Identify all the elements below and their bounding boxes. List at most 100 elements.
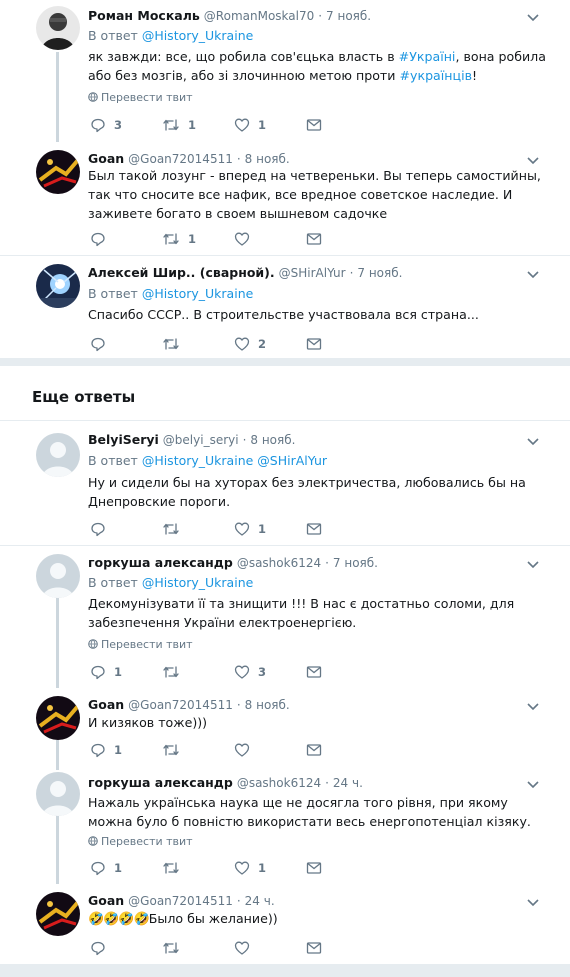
reply-button[interactable] <box>90 939 114 957</box>
author-name[interactable]: Роман Москаль <box>88 8 200 23</box>
dm-button[interactable] <box>306 520 322 538</box>
dm-button[interactable] <box>306 230 322 248</box>
reply-to-link[interactable]: @History_Ukraine @SHirAlYur <box>142 453 327 468</box>
like-button[interactable]: 1 <box>234 859 266 877</box>
tweet-goan[interactable]: Goan @Goan72014511 · 8 нояб. Был такой л… <box>0 142 570 256</box>
author-handle[interactable]: @belyi_seryi <box>163 433 239 447</box>
dm-icon <box>306 338 322 350</box>
like-icon <box>234 337 250 351</box>
caret-down-icon[interactable] <box>526 10 540 24</box>
dm-button[interactable] <box>306 859 322 877</box>
reply-button[interactable]: 1 <box>90 741 122 759</box>
hashtag-link[interactable]: #Україні <box>399 49 456 64</box>
retweet-button[interactable] <box>162 741 188 759</box>
avatar[interactable] <box>36 696 80 740</box>
author-handle[interactable]: @Goan72014511 <box>128 698 233 712</box>
retweet-button[interactable] <box>162 520 188 538</box>
tweet-belyiseryi[interactable]: BelyiSeryi @belyi_seryi · 8 нояб. В отве… <box>0 421 570 545</box>
translate-label: Перевести твит <box>101 91 193 104</box>
tweet-time[interactable]: 8 нояб. <box>245 698 290 712</box>
retweet-button[interactable] <box>162 939 188 957</box>
caret-down-icon[interactable] <box>526 777 540 791</box>
tweet-text: Спасибо СССР.. В строительстве участвова… <box>88 307 479 322</box>
author-name[interactable]: BelyiSeryi <box>88 432 159 447</box>
author-handle[interactable]: @RomanMoskal70 <box>204 9 314 23</box>
tweet-time[interactable]: 7 нояб. <box>333 556 378 570</box>
avatar[interactable] <box>36 264 80 308</box>
dm-button[interactable] <box>306 663 322 681</box>
author-handle[interactable]: @Goan72014511 <box>128 894 233 908</box>
avatar[interactable] <box>36 150 80 194</box>
reply-button[interactable] <box>90 520 114 538</box>
author-handle[interactable]: @sashok6124 <box>237 776 321 790</box>
caret-down-icon[interactable] <box>526 153 540 167</box>
tweet-time[interactable]: 7 нояб. <box>357 266 402 280</box>
author-handle[interactable]: @SHirAlYur <box>279 266 346 280</box>
author-name[interactable]: горкуша александр <box>88 555 233 570</box>
dm-icon <box>306 862 322 874</box>
dm-button[interactable] <box>306 939 322 957</box>
like-button[interactable]: 2 <box>234 335 266 353</box>
caret-down-icon[interactable] <box>526 895 540 909</box>
author-handle[interactable]: @sashok6124 <box>237 556 321 570</box>
hashtag-link[interactable]: #українців <box>399 68 472 83</box>
caret-down-icon[interactable] <box>526 699 540 713</box>
avatar[interactable] <box>36 892 80 936</box>
dm-button[interactable] <box>306 335 322 353</box>
retweet-icon <box>163 862 179 874</box>
reply-to-link[interactable]: @History_Ukraine <box>142 575 254 590</box>
like-button[interactable] <box>234 939 258 957</box>
like-icon <box>234 861 250 875</box>
retweet-button[interactable]: 1 <box>162 116 196 134</box>
retweet-button[interactable] <box>162 335 188 353</box>
retweet-button[interactable] <box>162 663 188 681</box>
author-name[interactable]: Goan <box>88 151 124 166</box>
author-handle[interactable]: @Goan72014511 <box>128 152 233 166</box>
avatar[interactable] <box>36 772 80 816</box>
translate-link[interactable]: Перевести твит <box>88 835 193 848</box>
retweet-button[interactable] <box>162 859 188 877</box>
reply-to-line: В ответ @History_Ukraine <box>88 28 253 43</box>
dm-button[interactable] <box>306 116 322 134</box>
dm-button[interactable] <box>306 741 322 759</box>
reply-to-link[interactable]: @History_Ukraine <box>142 28 254 43</box>
author-name[interactable]: Goan <box>88 893 124 908</box>
tweet-goan[interactable]: Goan @Goan72014511 · 8 нояб. И кизяков т… <box>0 688 570 767</box>
tweet-time[interactable]: 24 ч. <box>333 776 363 790</box>
tweet-aleksey[interactable]: Алексей Шир.. (сварной). @SHirAlYur · 7 … <box>0 256 570 358</box>
tweet-time[interactable]: 24 ч. <box>245 894 275 908</box>
tweet-gorkusha[interactable]: горкуша александр @sashok6124 · 24 ч. На… <box>0 762 570 889</box>
tweet-gorkusha[interactable]: горкуша александр @sashok6124 · 7 нояб. … <box>0 546 570 693</box>
like-button[interactable]: 3 <box>234 663 266 681</box>
dm-icon <box>306 119 322 131</box>
like-button[interactable] <box>234 741 258 759</box>
author-name[interactable]: горкуша александр <box>88 775 233 790</box>
reply-button[interactable]: 1 <box>90 859 122 877</box>
like-button[interactable]: 1 <box>234 520 266 538</box>
reply-to-link[interactable]: @History_Ukraine <box>142 286 254 301</box>
tweet-actions: 1 <box>90 741 330 759</box>
caret-down-icon[interactable] <box>526 434 540 448</box>
reply-icon <box>91 941 105 956</box>
caret-down-icon[interactable] <box>526 557 540 571</box>
reply-button[interactable] <box>90 335 114 353</box>
like-button[interactable]: 1 <box>234 116 266 134</box>
caret-down-icon[interactable] <box>526 267 540 281</box>
tweet-goan[interactable]: Goan @Goan72014511 · 24 ч. 🤣🤣🤣🤣Было бы ж… <box>0 884 570 964</box>
translate-link[interactable]: Перевести твит <box>88 91 193 104</box>
avatar[interactable] <box>36 433 80 477</box>
reply-button[interactable] <box>90 230 114 248</box>
translate-link[interactable]: Перевести твит <box>88 638 193 651</box>
avatar[interactable] <box>36 6 80 50</box>
avatar[interactable] <box>36 554 80 598</box>
author-name[interactable]: Алексей Шир.. (сварной). <box>88 265 275 280</box>
reply-button[interactable]: 1 <box>90 663 122 681</box>
tweet-roman-moskal[interactable]: Роман Москаль @RomanMoskal70 · 7 нояб. В… <box>0 0 570 147</box>
tweet-time[interactable]: 8 нояб. <box>250 433 295 447</box>
retweet-button[interactable]: 1 <box>162 230 196 248</box>
author-name[interactable]: Goan <box>88 697 124 712</box>
like-button[interactable] <box>234 230 258 248</box>
tweet-time[interactable]: 8 нояб. <box>245 152 290 166</box>
tweet-time[interactable]: 7 нояб. <box>326 9 371 23</box>
reply-button[interactable]: 3 <box>90 116 122 134</box>
